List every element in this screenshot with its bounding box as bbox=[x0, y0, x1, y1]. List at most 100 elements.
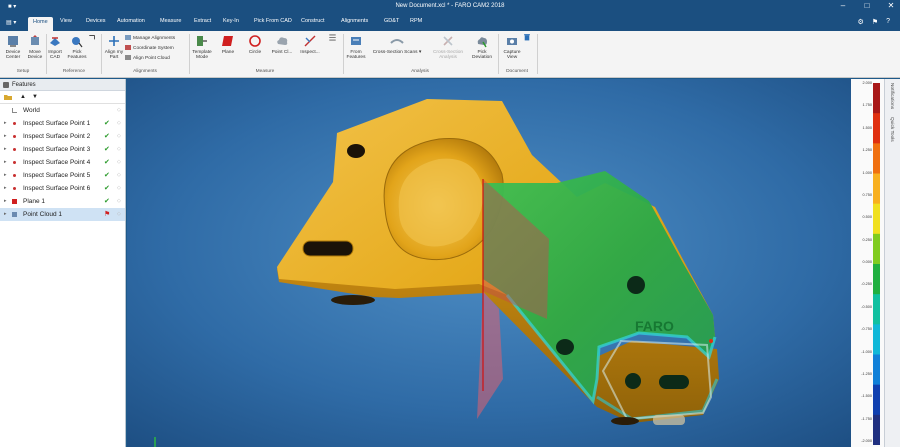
feature-row[interactable]: ▸ Point Cloud 1 ⚑ ◇ bbox=[0, 208, 125, 221]
deviation-color-scale[interactable]: 2.000 1.750 1.500 1.250 1.000 0.750 0.500 0.250… bbox=[851, 79, 884, 447]
visibility-icon[interactable]: ◇ bbox=[117, 117, 121, 130]
close-button[interactable]: ✕ bbox=[886, 1, 896, 10]
feature-label: World bbox=[23, 107, 40, 114]
color-scale-band bbox=[873, 264, 880, 295]
tab-home[interactable]: Home bbox=[28, 17, 53, 31]
tab-alignments[interactable]: Alignments bbox=[341, 18, 368, 24]
visibility-icon[interactable]: ◇ bbox=[117, 156, 121, 169]
move-down-button[interactable]: ▼ bbox=[32, 94, 38, 100]
color-scale-tick: -2.000 bbox=[861, 439, 872, 443]
color-scale-tick: 0.250 bbox=[862, 237, 872, 242]
cross-section-analysis-icon bbox=[443, 36, 453, 46]
color-scale-tick: -0.500 bbox=[861, 304, 872, 309]
feature-label: Point Cloud 1 bbox=[23, 211, 63, 218]
from-features-button[interactable]: From Features bbox=[344, 34, 368, 60]
pass-check-icon: ✔ bbox=[104, 146, 110, 153]
tab-view[interactable]: View bbox=[60, 18, 72, 24]
visibility-icon[interactable]: ◇ bbox=[117, 182, 121, 195]
side-tab-strip: Notifications Quick Tools bbox=[884, 79, 900, 447]
pass-check-icon: ✔ bbox=[104, 159, 110, 166]
expand-toggle-icon[interactable]: ▸ bbox=[4, 195, 7, 208]
tab-automation[interactable]: Automation bbox=[117, 18, 145, 24]
flag-icon[interactable]: ⚑ bbox=[872, 18, 878, 26]
color-scale-band bbox=[873, 294, 880, 325]
plane-icon bbox=[12, 199, 17, 204]
feature-row[interactable]: ▸ Inspect Surface Point 5 ✔ ◇ bbox=[0, 169, 125, 182]
tab-measure[interactable]: Measure bbox=[160, 18, 181, 24]
settings-gear-icon[interactable]: ⚙ bbox=[858, 18, 864, 26]
inspect-button[interactable]: Inspect... bbox=[298, 34, 322, 55]
point-icon bbox=[13, 148, 16, 151]
maximize-button[interactable]: □ bbox=[862, 1, 872, 10]
expand-toggle-icon[interactable]: ▸ bbox=[4, 156, 7, 169]
cross-section-scans-dropdown[interactable]: Cross-Section Scans ▾ bbox=[369, 34, 425, 55]
color-scale-tick: -1.250 bbox=[861, 371, 872, 376]
feature-row[interactable]: ▸ Inspect Surface Point 2 ✔ ◇ bbox=[0, 130, 125, 143]
pass-check-icon: ✔ bbox=[104, 172, 110, 179]
visibility-icon[interactable]: ◇ bbox=[117, 169, 121, 182]
help-icon[interactable]: ? bbox=[886, 18, 890, 26]
feature-row[interactable]: ▸ Plane 1 ✔ ◇ bbox=[0, 195, 125, 208]
manage-alignments-button[interactable]: Manage Alignments bbox=[125, 35, 175, 41]
tab-rpm[interactable]: RPM bbox=[410, 18, 422, 24]
color-scale-band bbox=[873, 354, 880, 386]
align-point-cloud-button[interactable]: Align Point Cloud bbox=[125, 55, 170, 61]
3d-viewport[interactable]: FARO bbox=[127, 79, 851, 447]
app-menu-button[interactable]: ▤ ▾ bbox=[6, 19, 16, 26]
device-center-button[interactable]: Device Center bbox=[1, 34, 25, 60]
import-cad-button[interactable]: Import CAD bbox=[43, 34, 67, 60]
expand-toggle-icon[interactable]: ▸ bbox=[4, 182, 7, 195]
align-my-part-button[interactable]: Align my Part bbox=[102, 34, 126, 60]
expand-toggle-icon[interactable]: ▸ bbox=[4, 117, 7, 130]
visibility-icon[interactable]: ◇ bbox=[117, 143, 121, 156]
tab-construct[interactable]: Construct bbox=[301, 18, 325, 24]
color-scale-tick: 0.500 bbox=[862, 215, 872, 220]
feature-row[interactable]: ▸ Inspect Surface Point 1 ✔ ◇ bbox=[0, 117, 125, 130]
point-icon bbox=[13, 161, 16, 164]
plane-button[interactable]: Plane bbox=[216, 34, 240, 55]
camera-icon bbox=[507, 38, 517, 45]
point-icon bbox=[13, 174, 16, 177]
point-cloud-button[interactable]: Point Cl... bbox=[270, 34, 294, 55]
inspect-icon bbox=[304, 35, 316, 47]
expand-toggle-icon[interactable]: ▸ bbox=[4, 169, 7, 182]
tab-devices[interactable]: Devices bbox=[86, 18, 106, 24]
feature-row[interactable]: World ◇ bbox=[0, 104, 125, 117]
template-mode-button[interactable]: Template Mode bbox=[190, 34, 214, 60]
expand-toggle-icon[interactable]: ▸ bbox=[4, 143, 7, 156]
move-up-button[interactable]: ▲ bbox=[20, 94, 26, 100]
coordinate-system-button[interactable]: Coordinate System bbox=[125, 45, 174, 51]
color-scale-band bbox=[873, 113, 880, 144]
tab-pick-from-cad[interactable]: Pick From CAD bbox=[254, 18, 292, 24]
folder-icon[interactable] bbox=[4, 94, 12, 102]
tab-gdt[interactable]: GD&T bbox=[384, 18, 399, 24]
side-tab-quick-tools[interactable]: Quick Tools bbox=[889, 117, 894, 142]
side-tab-notifications[interactable]: Notifications bbox=[889, 83, 894, 109]
align-icon bbox=[109, 36, 119, 46]
point-cloud-icon bbox=[277, 37, 288, 45]
visibility-icon[interactable]: ◇ bbox=[117, 130, 121, 143]
color-scale-band bbox=[873, 324, 880, 355]
features-panel-header: Features bbox=[0, 79, 125, 91]
circle-button[interactable]: Circle bbox=[243, 34, 267, 55]
visibility-icon[interactable]: ◇ bbox=[117, 195, 121, 208]
feature-row[interactable]: ▸ Inspect Surface Point 4 ✔ ◇ bbox=[0, 156, 125, 169]
expand-toggle-icon[interactable]: ▸ bbox=[4, 130, 7, 143]
feature-row[interactable]: ▸ Inspect Surface Point 3 ✔ ◇ bbox=[0, 143, 125, 156]
tab-key-in[interactable]: Key-In bbox=[223, 18, 239, 24]
reference-extra-button[interactable] bbox=[85, 33, 99, 44]
delete-button[interactable] bbox=[521, 33, 533, 43]
minimize-button[interactable]: – bbox=[838, 1, 848, 10]
template-mode-icon bbox=[197, 36, 207, 46]
measure-options-button[interactable] bbox=[324, 33, 340, 44]
cross-section-analysis-button[interactable]: Cross-Section Analysis bbox=[432, 34, 464, 60]
visibility-icon[interactable]: ◇ bbox=[117, 104, 121, 117]
expand-toggle-icon[interactable]: ▸ bbox=[4, 208, 7, 221]
tab-extract[interactable]: Extract bbox=[194, 18, 211, 24]
part-render[interactable]: FARO bbox=[127, 79, 851, 447]
coordinate-system-icon bbox=[125, 45, 131, 50]
feature-row[interactable]: ▸ Inspect Surface Point 6 ✔ ◇ bbox=[0, 182, 125, 195]
features-icon bbox=[3, 82, 9, 88]
pick-deviation-button[interactable]: Pick Deviation bbox=[470, 34, 494, 60]
visibility-icon[interactable]: ◇ bbox=[117, 208, 121, 221]
